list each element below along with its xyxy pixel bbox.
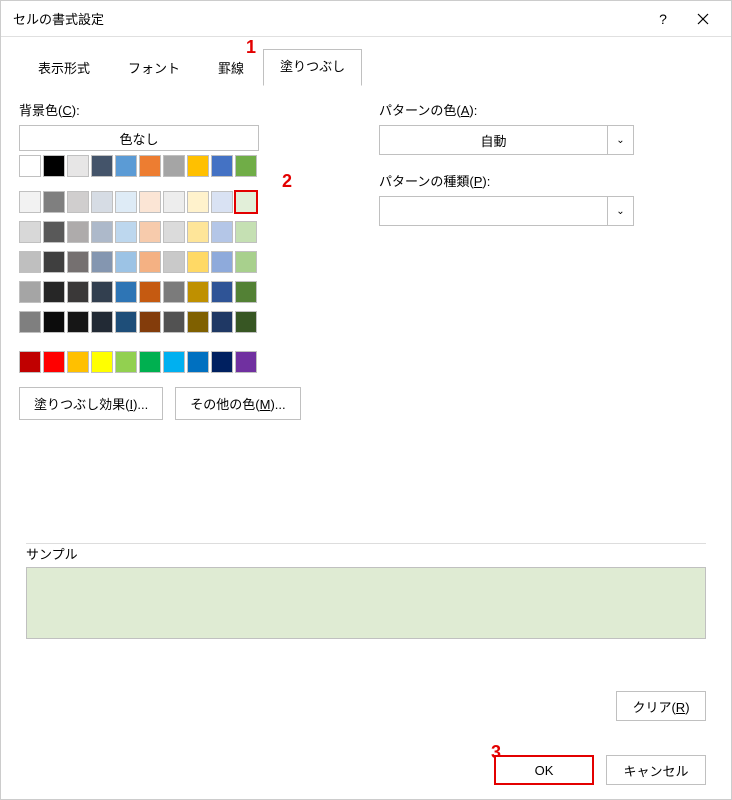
color-swatch[interactable] (139, 281, 161, 303)
color-swatch[interactable] (163, 351, 185, 373)
color-swatch[interactable] (19, 251, 41, 273)
color-swatch[interactable] (115, 155, 137, 177)
color-swatch[interactable] (19, 281, 41, 303)
color-swatch[interactable] (187, 251, 209, 273)
tab-border[interactable]: 罫線 (199, 49, 263, 86)
cancel-button[interactable]: キャンセル (606, 755, 706, 785)
color-swatch[interactable] (19, 191, 41, 213)
color-swatch[interactable] (67, 351, 89, 373)
color-swatch[interactable] (163, 221, 185, 243)
color-swatch[interactable] (43, 191, 65, 213)
color-swatch[interactable] (115, 311, 137, 333)
color-swatch[interactable] (67, 155, 89, 177)
color-swatch[interactable] (91, 191, 113, 213)
help-button[interactable]: ? (643, 4, 683, 34)
color-swatch[interactable] (19, 311, 41, 333)
color-swatch[interactable] (91, 311, 113, 333)
sample-section: サンプル (26, 541, 706, 639)
color-swatch[interactable] (211, 281, 233, 303)
pattern-type-label: パターンの種類(P): (379, 171, 713, 190)
color-swatch[interactable] (235, 311, 257, 333)
color-swatch[interactable] (211, 191, 233, 213)
color-swatch[interactable] (115, 351, 137, 373)
titlebar: セルの書式設定 ? (1, 1, 731, 37)
tab-fill[interactable]: 塗りつぶし (263, 49, 362, 86)
no-color-button[interactable]: 色なし (19, 125, 259, 151)
color-swatch[interactable] (187, 281, 209, 303)
color-swatch[interactable] (43, 281, 65, 303)
annotation-2: 2 (282, 171, 292, 192)
color-swatch[interactable] (67, 311, 89, 333)
color-swatch[interactable] (19, 221, 41, 243)
color-swatch[interactable] (139, 251, 161, 273)
pattern-type-dropdown[interactable]: ⌄ (379, 196, 634, 226)
color-swatch[interactable] (115, 191, 137, 213)
color-swatch[interactable] (139, 155, 161, 177)
color-swatch[interactable] (115, 221, 137, 243)
color-swatch[interactable] (43, 311, 65, 333)
color-swatch[interactable] (235, 221, 257, 243)
color-swatch[interactable] (139, 221, 161, 243)
tab-font[interactable]: フォント (109, 49, 199, 86)
color-swatch[interactable] (43, 351, 65, 373)
color-swatch[interactable] (163, 311, 185, 333)
close-button[interactable] (683, 4, 723, 34)
ok-button[interactable]: OK (494, 755, 594, 785)
color-swatch[interactable] (115, 281, 137, 303)
color-grid (19, 191, 329, 333)
chevron-down-icon: ⌄ (607, 126, 633, 154)
color-swatch[interactable] (19, 155, 41, 177)
color-swatch[interactable] (211, 311, 233, 333)
color-swatch[interactable] (163, 191, 185, 213)
color-swatch[interactable] (139, 351, 161, 373)
color-swatch[interactable] (211, 251, 233, 273)
color-swatch[interactable] (187, 155, 209, 177)
color-swatch[interactable] (235, 191, 257, 213)
clear-button[interactable]: クリア(R) (616, 691, 706, 721)
color-swatch[interactable] (43, 251, 65, 273)
color-swatch[interactable] (139, 191, 161, 213)
color-swatch[interactable] (187, 311, 209, 333)
color-swatch[interactable] (67, 221, 89, 243)
color-swatch[interactable] (163, 155, 185, 177)
color-swatch[interactable] (67, 251, 89, 273)
color-swatch[interactable] (43, 155, 65, 177)
color-swatch[interactable] (211, 351, 233, 373)
pattern-color-label: パターンの色(A): (379, 100, 713, 119)
fill-effects-button[interactable]: 塗りつぶし効果(I)... (19, 387, 163, 420)
tab-strip: 表示形式 フォント 罫線 塗りつぶし (19, 49, 713, 86)
color-swatch[interactable] (187, 351, 209, 373)
pattern-color-dropdown[interactable]: 自動 ⌄ (379, 125, 634, 155)
dialog-title: セルの書式設定 (13, 9, 643, 28)
color-swatch[interactable] (67, 281, 89, 303)
color-swatch[interactable] (163, 281, 185, 303)
color-swatch[interactable] (67, 191, 89, 213)
color-swatch[interactable] (115, 251, 137, 273)
color-swatch[interactable] (91, 251, 113, 273)
background-color-label: 背景色(C): (19, 100, 329, 119)
color-swatch[interactable] (187, 191, 209, 213)
color-swatch[interactable] (43, 221, 65, 243)
standard-color-row (19, 351, 329, 373)
color-swatch[interactable] (235, 351, 257, 373)
color-swatch[interactable] (235, 155, 257, 177)
sample-label: サンプル (26, 544, 706, 563)
color-swatch[interactable] (139, 311, 161, 333)
chevron-down-icon: ⌄ (607, 197, 633, 225)
color-swatch[interactable] (19, 351, 41, 373)
sample-preview (26, 567, 706, 639)
tab-display-format[interactable]: 表示形式 (19, 49, 109, 86)
color-swatch[interactable] (211, 155, 233, 177)
color-swatch[interactable] (211, 221, 233, 243)
color-swatch[interactable] (91, 155, 113, 177)
color-swatch[interactable] (235, 251, 257, 273)
close-icon (697, 13, 709, 25)
color-swatch[interactable] (187, 221, 209, 243)
color-swatch[interactable] (91, 351, 113, 373)
color-swatch[interactable] (235, 281, 257, 303)
color-swatch[interactable] (91, 281, 113, 303)
other-colors-button[interactable]: その他の色(M)... (175, 387, 300, 420)
color-swatch[interactable] (163, 251, 185, 273)
color-swatch[interactable] (91, 221, 113, 243)
